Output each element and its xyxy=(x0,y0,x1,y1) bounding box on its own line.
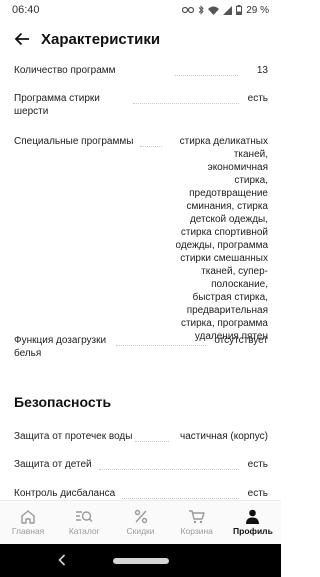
page-title: Характеристики xyxy=(41,30,161,48)
tab-label: Каталог xyxy=(68,526,100,536)
status-bar: 06:40 29 % xyxy=(0,0,281,20)
dotted-leader xyxy=(133,103,239,104)
dotted-leader xyxy=(140,146,162,147)
status-icons: 29 % xyxy=(182,5,269,16)
dotted-leader xyxy=(122,498,239,499)
dotted-leader xyxy=(99,469,239,470)
tab-home[interactable]: Главная xyxy=(0,501,56,544)
tab-label: Главная xyxy=(11,526,45,536)
tab-cart[interactable]: Корзина xyxy=(169,501,225,544)
wifi-icon xyxy=(208,6,220,15)
system-nav-bar xyxy=(0,544,281,577)
spec-value: есть xyxy=(247,459,268,470)
system-back-icon[interactable] xyxy=(58,554,66,566)
spec-row-linen-addition: Функция дозагрузки белья отсутствует xyxy=(14,334,268,360)
dotted-leader xyxy=(135,441,169,442)
system-home-pill[interactable] xyxy=(112,557,169,564)
dotted-leader xyxy=(116,345,206,346)
battery-icon xyxy=(236,5,243,15)
tab-profile[interactable]: Профиль xyxy=(225,501,281,544)
bluetooth-icon xyxy=(198,5,204,15)
cart-icon xyxy=(189,510,205,524)
spec-label: Функция дозагрузки белья xyxy=(14,335,107,359)
spec-value: есть xyxy=(247,93,268,104)
catalog-search-icon xyxy=(76,511,93,522)
tab-discounts[interactable]: Скидки xyxy=(112,501,168,544)
tab-catalog[interactable]: Каталог xyxy=(56,501,112,544)
spec-value: есть xyxy=(247,488,268,499)
spec-label: Специальные программы xyxy=(14,136,134,147)
spec-value: отсутствует xyxy=(214,335,268,346)
spec-value: частичная (корпус) xyxy=(180,431,268,442)
spec-value: стирка деликатных тканей, экономичная ст… xyxy=(175,136,268,342)
profile-icon xyxy=(246,509,260,524)
app-bar: Характеристики xyxy=(0,22,281,56)
specs-content[interactable]: Количество программ 13 Программа стирки … xyxy=(0,56,281,500)
tab-label: Скидки xyxy=(126,526,155,536)
battery-percent: 29 % xyxy=(246,4,269,16)
percent-icon xyxy=(134,509,147,524)
spec-value: 13 xyxy=(256,65,268,76)
bottom-tab-bar: Главная Каталог Скидки Корзина Профиль xyxy=(0,500,281,544)
spec-row-special-programs: Специальные программы стирка деликатных … xyxy=(14,135,268,343)
spec-row-wool-program: Программа стирки шерсти есть xyxy=(14,92,268,118)
back-button[interactable] xyxy=(2,22,42,56)
spec-label: Количество программ xyxy=(14,65,116,76)
dotted-leader xyxy=(175,75,238,76)
link-icon xyxy=(182,6,195,14)
status-time: 06:40 xyxy=(12,4,40,16)
section-title-safety: Безопасность xyxy=(14,394,112,410)
tab-label: Корзина xyxy=(180,526,213,536)
signal-icon xyxy=(223,5,233,15)
arrow-left-icon xyxy=(14,32,29,46)
home-icon xyxy=(21,510,35,524)
spec-label: Программа стирки шерсти xyxy=(14,93,100,117)
tab-label: Профиль xyxy=(233,526,273,536)
